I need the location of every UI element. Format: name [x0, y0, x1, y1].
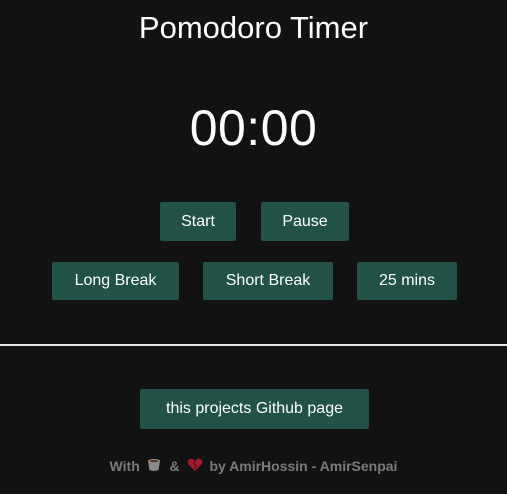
pomodoro-25-mins-button[interactable]: 25 mins [357, 262, 457, 300]
page-title: Pomodoro Timer [138, 10, 369, 45]
coffee-icon [147, 457, 163, 477]
footer-suffix: by AmirHossin - AmirSenpai [209, 458, 398, 474]
footer-credits: With & by AmirHossin - AmirSenpai [0, 456, 507, 477]
footer-prefix: With [109, 458, 140, 474]
pause-button[interactable]: Pause [261, 202, 349, 241]
heart-icon [187, 457, 203, 477]
long-break-button[interactable]: Long Break [52, 262, 179, 300]
start-button[interactable]: Start [160, 202, 236, 241]
divider [0, 344, 507, 346]
github-page-link[interactable]: this projects Github page [140, 389, 369, 429]
footer-conjunction: & [169, 458, 180, 474]
timer-display: 00:00 [189, 100, 318, 156]
short-break-button[interactable]: Short Break [203, 262, 333, 300]
